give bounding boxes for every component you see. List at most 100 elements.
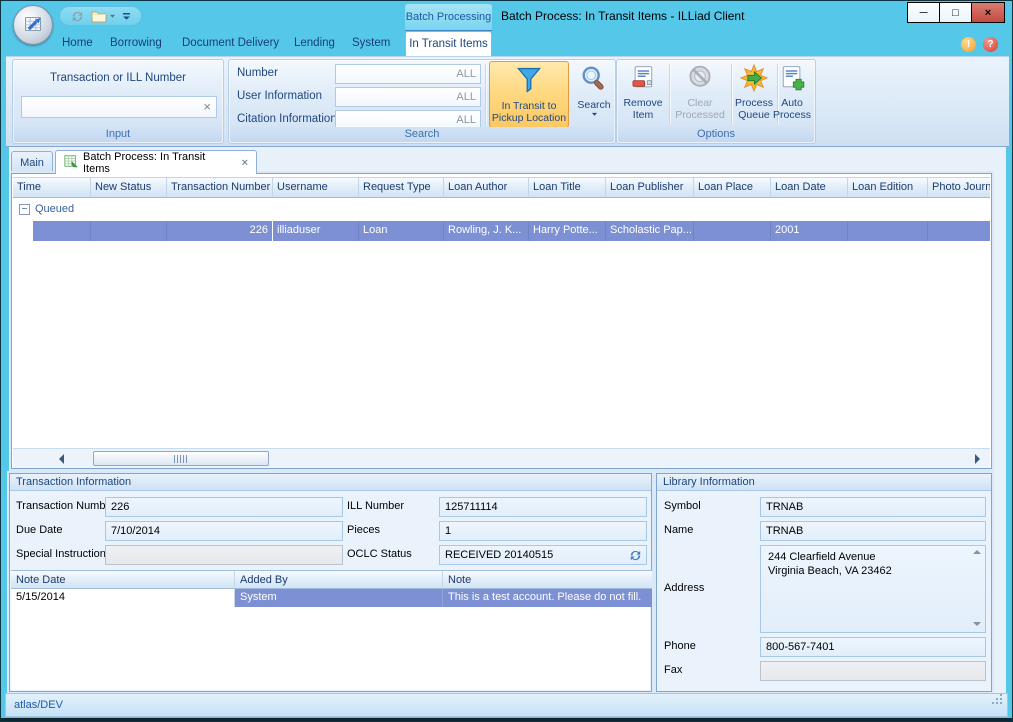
- ribbon-tab-document-delivery[interactable]: Document Delivery: [173, 31, 288, 56]
- transaction-number-field[interactable]: 226: [105, 497, 343, 517]
- symbol-label: Symbol: [664, 500, 701, 512]
- window-title: Batch Process: In Transit Items - ILLiad…: [501, 9, 744, 23]
- cell-loan-edition: [848, 221, 928, 241]
- table-row[interactable]: 226 illiaduser Loan Rowling, J. K... Har…: [13, 221, 990, 241]
- column-header-request-type[interactable]: Request Type: [359, 177, 444, 198]
- auto-process-icon: [778, 64, 806, 95]
- address-field[interactable]: 244 Clearfield Avenue Virginia Beach, VA…: [760, 545, 986, 633]
- column-header-loan-place[interactable]: Loan Place: [694, 177, 771, 198]
- citation-information-label: Citation Information: [237, 113, 337, 125]
- column-header-transaction-number[interactable]: Transaction Number: [167, 177, 273, 198]
- oclc-status-field[interactable]: RECEIVED 20140515: [439, 545, 647, 565]
- app-window: Batch Processing Batch Process: In Trans…: [0, 0, 1013, 722]
- collapse-group-icon[interactable]: −: [19, 204, 30, 215]
- close-icon: ×: [985, 7, 991, 19]
- cell-transaction-number: 226: [167, 221, 273, 241]
- filter-icon: [513, 65, 545, 98]
- clear-input-icon[interactable]: ×: [203, 97, 211, 117]
- alert-icon[interactable]: !: [961, 37, 976, 52]
- column-header-note[interactable]: Note: [443, 570, 652, 589]
- scroll-left-icon[interactable]: [59, 454, 64, 464]
- ribbon-tab-lending[interactable]: Lending: [285, 31, 344, 56]
- group-row-queued[interactable]: − Queued: [13, 200, 990, 218]
- scrollbar-thumb[interactable]: [93, 451, 269, 466]
- address-scroll-up-icon[interactable]: [973, 550, 981, 554]
- pieces-label: Pieces: [347, 524, 380, 536]
- search-button[interactable]: Search: [573, 61, 615, 128]
- chevron-down-icon: [109, 14, 116, 19]
- user-information-label: User Information: [237, 90, 322, 102]
- cell-added-by: System: [235, 589, 443, 607]
- new-item-icon[interactable]: [91, 9, 116, 23]
- help-icon[interactable]: ?: [983, 37, 998, 52]
- refresh-icon[interactable]: [70, 9, 85, 24]
- column-header-loan-author[interactable]: Loan Author: [444, 177, 529, 198]
- ribbon-tab-borrowing[interactable]: Borrowing: [101, 31, 171, 56]
- notes-header-row: Note Date Added By Note: [11, 570, 650, 589]
- customize-qat-icon[interactable]: [122, 12, 131, 21]
- window-controls: ─ □ ×: [908, 2, 1005, 23]
- column-header-photo-journal[interactable]: Photo Journal: [928, 177, 990, 198]
- note-row[interactable]: 5/15/2014 System This is a test account.…: [11, 589, 650, 607]
- close-button[interactable]: ×: [971, 2, 1005, 23]
- cell-loan-publisher: Scholastic Pap...: [606, 221, 694, 241]
- library-information-panel: Library Information Symbol TRNAB Name TR…: [656, 473, 992, 692]
- due-date-field[interactable]: 7/10/2014: [105, 521, 343, 541]
- fax-field[interactable]: [760, 661, 986, 681]
- phone-field[interactable]: 800-567-7401: [760, 637, 986, 657]
- address-scroll-down-icon[interactable]: [973, 622, 981, 626]
- column-header-loan-title[interactable]: Loan Title: [529, 177, 606, 198]
- maximize-icon: □: [952, 7, 959, 19]
- clear-processed-button[interactable]: Clear Processed: [671, 61, 729, 128]
- column-header-username[interactable]: Username: [273, 177, 359, 198]
- in-transit-to-pickup-location-button[interactable]: In Transit to Pickup Location: [489, 61, 569, 128]
- name-field[interactable]: TRNAB: [760, 521, 986, 541]
- column-header-loan-date[interactable]: Loan Date: [771, 177, 848, 198]
- ribbon-group-options: Remove Item Clear Processed: [616, 59, 816, 144]
- column-header-loan-edition[interactable]: Loan Edition: [848, 177, 928, 198]
- app-menu-button[interactable]: [13, 5, 53, 45]
- title-bar: Batch Processing Batch Process: In Trans…: [1, 1, 1012, 31]
- column-header-loan-publisher[interactable]: Loan Publisher: [606, 177, 694, 198]
- minimize-icon: ─: [920, 7, 928, 19]
- column-header-new-status[interactable]: New Status: [91, 177, 167, 198]
- batch-items-grid: Time New Status Transaction Number Usern…: [11, 173, 992, 469]
- ribbon-tab-system[interactable]: System: [343, 31, 399, 56]
- resize-grip[interactable]: [991, 691, 1003, 713]
- ribbon-tab-home[interactable]: Home: [53, 31, 102, 56]
- tab-batch-process[interactable]: Batch Process: In Transit Items ×: [55, 150, 257, 174]
- symbol-field[interactable]: TRNAB: [760, 497, 986, 517]
- minimize-button[interactable]: ─: [907, 2, 940, 23]
- transaction-information-panel: Transaction Information Transaction Numb…: [9, 473, 652, 692]
- user-information-input[interactable]: ALL: [335, 87, 481, 107]
- column-header-time[interactable]: Time: [13, 177, 91, 198]
- pieces-field[interactable]: 1: [439, 521, 647, 541]
- scroll-right-icon[interactable]: [975, 454, 980, 464]
- tab-main[interactable]: Main: [11, 151, 53, 173]
- transaction-information-caption: Transaction Information: [10, 474, 651, 491]
- oclc-refresh-icon[interactable]: [628, 548, 643, 565]
- horizontal-scrollbar[interactable]: [13, 448, 990, 468]
- cell-request-type: Loan: [359, 221, 444, 241]
- maximize-button[interactable]: □: [939, 2, 972, 23]
- ribbon-tab-in-transit-items[interactable]: In Transit Items: [405, 31, 492, 56]
- status-text: atlas/DEV: [14, 699, 63, 711]
- transaction-number-input[interactable]: ×: [21, 96, 217, 118]
- special-instructions-field[interactable]: [105, 545, 343, 565]
- column-header-note-date[interactable]: Note Date: [11, 570, 235, 589]
- auto-process-button[interactable]: Auto Process: [769, 61, 815, 128]
- ill-number-field[interactable]: 125711114: [439, 497, 647, 517]
- ribbon-tab-bar: Home Borrowing Document Delivery Lending…: [1, 31, 1012, 56]
- group-caption-search: Search: [230, 127, 614, 142]
- cell-loan-title: Harry Potte...: [529, 221, 606, 241]
- process-queue-icon: [740, 64, 768, 95]
- remove-item-icon: [629, 64, 657, 95]
- cell-loan-place: [694, 221, 771, 241]
- remove-item-button[interactable]: Remove Item: [621, 61, 665, 128]
- number-input[interactable]: ALL: [335, 64, 481, 84]
- tab-close-icon[interactable]: ×: [242, 157, 248, 169]
- address-label: Address: [664, 582, 704, 594]
- column-header-added-by[interactable]: Added By: [235, 570, 443, 589]
- transaction-number-label: Transaction Number: [16, 500, 115, 512]
- cell-new-status: [91, 221, 167, 241]
